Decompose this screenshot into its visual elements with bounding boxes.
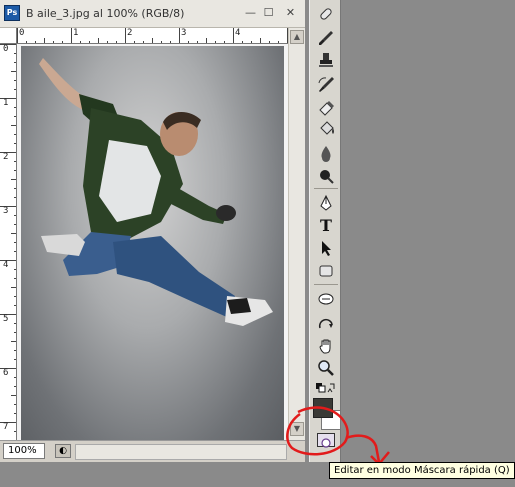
ruler-label: 1 <box>3 98 9 108</box>
minimize-button[interactable]: — <box>243 6 258 20</box>
text-tool-icon[interactable]: T <box>315 215 337 235</box>
svg-text:T: T <box>320 216 332 234</box>
ruler-label: 4 <box>235 28 241 38</box>
clone-stamp-icon[interactable] <box>315 50 337 70</box>
eyedropper-icon[interactable] <box>315 313 337 333</box>
ruler-label: 7 <box>3 422 9 432</box>
quick-mask-icon <box>321 438 331 448</box>
rectangle-shape-icon[interactable] <box>315 261 337 281</box>
hand-icon[interactable] <box>315 336 337 356</box>
horizontal-scrollbar[interactable] <box>75 444 287 460</box>
brush-icon[interactable] <box>315 28 337 48</box>
dancer-photo[interactable] <box>21 46 284 440</box>
toolbox: T <box>309 0 341 462</box>
history-brush-icon[interactable] <box>315 74 337 94</box>
zoom-icon[interactable] <box>315 358 337 378</box>
vertical-scrollbar[interactable]: ▲ ▼ <box>288 28 305 440</box>
dancer-silhouette-image <box>39 58 273 326</box>
dodge-icon[interactable] <box>315 166 337 186</box>
ruler-label: 3 <box>181 28 187 38</box>
ruler-label: 3 <box>3 206 9 216</box>
healing-brush-icon[interactable] <box>315 4 337 24</box>
status-bar: 100% ◐ <box>0 440 305 462</box>
horizontal-ruler-ticks <box>17 28 288 43</box>
document-title: B aile_3.jpg al 100% (RGB/8) <box>26 7 185 20</box>
quick-mask-button[interactable] <box>317 433 335 448</box>
document-titlebar[interactable]: Ps B aile_3.jpg al 100% (RGB/8) — ☐ ✕ <box>0 0 305 28</box>
paint-bucket-icon[interactable] <box>315 119 337 139</box>
notes-icon[interactable] <box>315 289 337 309</box>
maximize-button[interactable]: ☐ <box>261 6 276 20</box>
vertical-ruler[interactable]: 0 1 2 3 4 5 6 7 <box>0 44 17 440</box>
document-window: Ps B aile_3.jpg al 100% (RGB/8) — ☐ ✕ 0 … <box>0 0 305 462</box>
zoom-level-field[interactable]: 100% <box>3 443 45 459</box>
ruler-label: 6 <box>3 368 9 378</box>
horizontal-ruler[interactable]: 0 1 2 3 4 <box>17 28 288 44</box>
eraser-icon[interactable] <box>315 97 337 117</box>
document-info-icon[interactable]: ◐ <box>55 444 71 458</box>
photoshop-app-icon: Ps <box>4 5 20 21</box>
ruler-label: 0 <box>3 44 9 54</box>
ruler-origin[interactable] <box>0 28 17 44</box>
ruler-label: 1 <box>73 28 79 38</box>
ruler-label: 0 <box>19 28 25 38</box>
pen-icon[interactable] <box>315 193 337 213</box>
ruler-label: 5 <box>3 314 9 324</box>
blur-icon[interactable] <box>315 143 337 163</box>
document-canvas[interactable] <box>17 44 288 440</box>
ruler-label: 2 <box>127 28 133 38</box>
ruler-label: 4 <box>3 260 9 270</box>
foreground-color-swatch[interactable] <box>313 398 333 418</box>
quick-mask-tooltip: Editar en modo Máscara rápida (Q) <box>329 462 515 479</box>
swap-colors-icon[interactable] <box>315 378 337 398</box>
path-selection-icon[interactable] <box>315 238 337 258</box>
close-button[interactable]: ✕ <box>283 6 298 20</box>
toolbox-separator <box>314 188 338 189</box>
scroll-down-button[interactable]: ▼ <box>290 422 304 436</box>
scroll-up-button[interactable]: ▲ <box>290 30 304 44</box>
toolbox-separator <box>314 284 338 285</box>
ruler-label: 2 <box>3 152 9 162</box>
